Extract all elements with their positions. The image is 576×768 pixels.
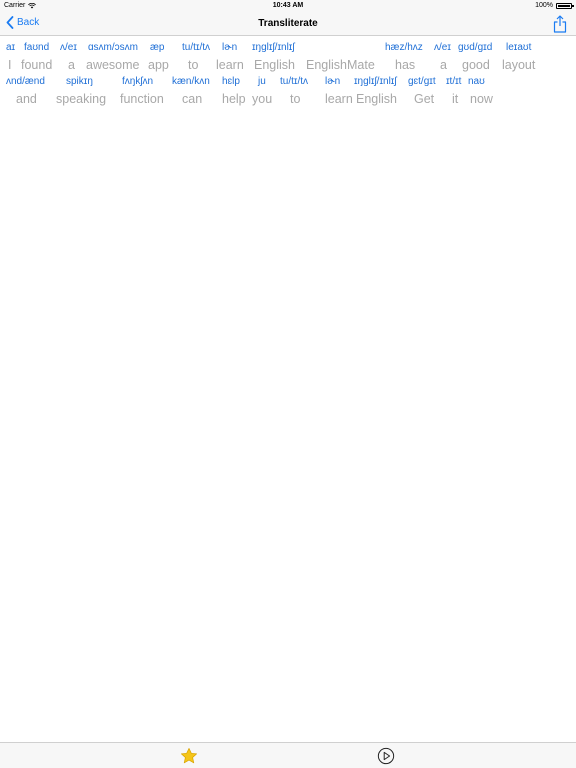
ipa-text: faʊnd (24, 42, 50, 53)
ipa-text: ʌnd/ænd (6, 76, 45, 87)
english-word: English (356, 92, 397, 106)
english-word: found (21, 58, 53, 72)
english-word: function (120, 92, 164, 106)
ipa-text: gɛt/gɪt (408, 76, 436, 87)
battery-percent: 100% (535, 2, 553, 9)
battery-indicator: 100% (535, 2, 574, 9)
ipa-text: naʊ (468, 76, 485, 87)
english-word: Get (414, 92, 435, 106)
ipa-text: ɪŋglɪʃ/ɪnlɪʃ (252, 42, 295, 53)
english-word: help (222, 92, 246, 106)
ipa-text: hæz/hʌz (385, 42, 423, 53)
english-word: now (470, 92, 493, 106)
english-word: it (452, 92, 459, 106)
ipa-text: kæn/kʌn (172, 76, 210, 87)
ipa-text: ɑsʌm/ɔsʌm (88, 42, 138, 53)
ipa-text: tu/tɪ/tʌ (182, 42, 211, 53)
ipa-text: ʌ/eɪ (434, 42, 451, 53)
english-word: and (16, 92, 37, 106)
english-word: I (8, 58, 12, 72)
english-word: a (68, 58, 75, 72)
play-circle-icon[interactable] (377, 747, 395, 765)
english-word: good (462, 58, 490, 72)
ipa-text: fʌŋkʃʌn (122, 76, 154, 87)
english-word: learn (216, 58, 244, 72)
ipa-text: æp (150, 42, 165, 53)
navigation-bar: Back Transliterate (0, 12, 576, 36)
english-word: English (254, 58, 295, 72)
english-word: app (148, 58, 169, 72)
ipa-text: spikɪŋ (66, 76, 93, 87)
ipa-text: leɪaʊt (506, 42, 532, 53)
english-word: has (395, 58, 416, 72)
english-word: you (252, 92, 273, 106)
english-word: awesome (86, 58, 140, 72)
ipa-text: hɛlp (222, 76, 240, 87)
english-word: to (188, 58, 199, 72)
page-title: Transliterate (258, 18, 318, 29)
english-word: layout (502, 58, 536, 72)
ipa-text: lɚn (325, 76, 341, 87)
star-icon[interactable] (180, 747, 198, 765)
ipa-text: aɪ (6, 42, 16, 53)
back-label: Back (17, 17, 40, 28)
chevron-left-icon (6, 16, 14, 29)
status-bar: Carrier 10:43 AM 100% (0, 0, 576, 12)
english-word: learn (325, 92, 353, 106)
back-button[interactable]: Back (6, 16, 39, 29)
ipa-text: lɚn (222, 42, 238, 53)
battery-icon (556, 2, 574, 9)
status-time: 10:43 AM (272, 2, 304, 9)
english-word: speaking (56, 92, 107, 106)
bottom-toolbar (0, 742, 576, 768)
ipa-text: ju (258, 76, 266, 87)
ipa-text: ɪt/ɪt (446, 76, 462, 87)
ipa-text: ʌ/eɪ (60, 42, 77, 53)
english-word: EnglishMate (306, 58, 375, 72)
english-word: a (440, 58, 447, 72)
share-icon[interactable] (552, 15, 568, 33)
ipa-text: gʊd/gɪd (458, 42, 493, 53)
english-word: can (182, 92, 203, 106)
ipa-text: ɪŋglɪʃ/ɪnlɪʃ (354, 76, 397, 87)
english-word: to (290, 92, 301, 106)
ipa-text: tu/tɪ/tʌ (280, 76, 309, 87)
transliterate-screen: Carrier 10:43 AM 100% Back Transliterate (0, 0, 576, 768)
